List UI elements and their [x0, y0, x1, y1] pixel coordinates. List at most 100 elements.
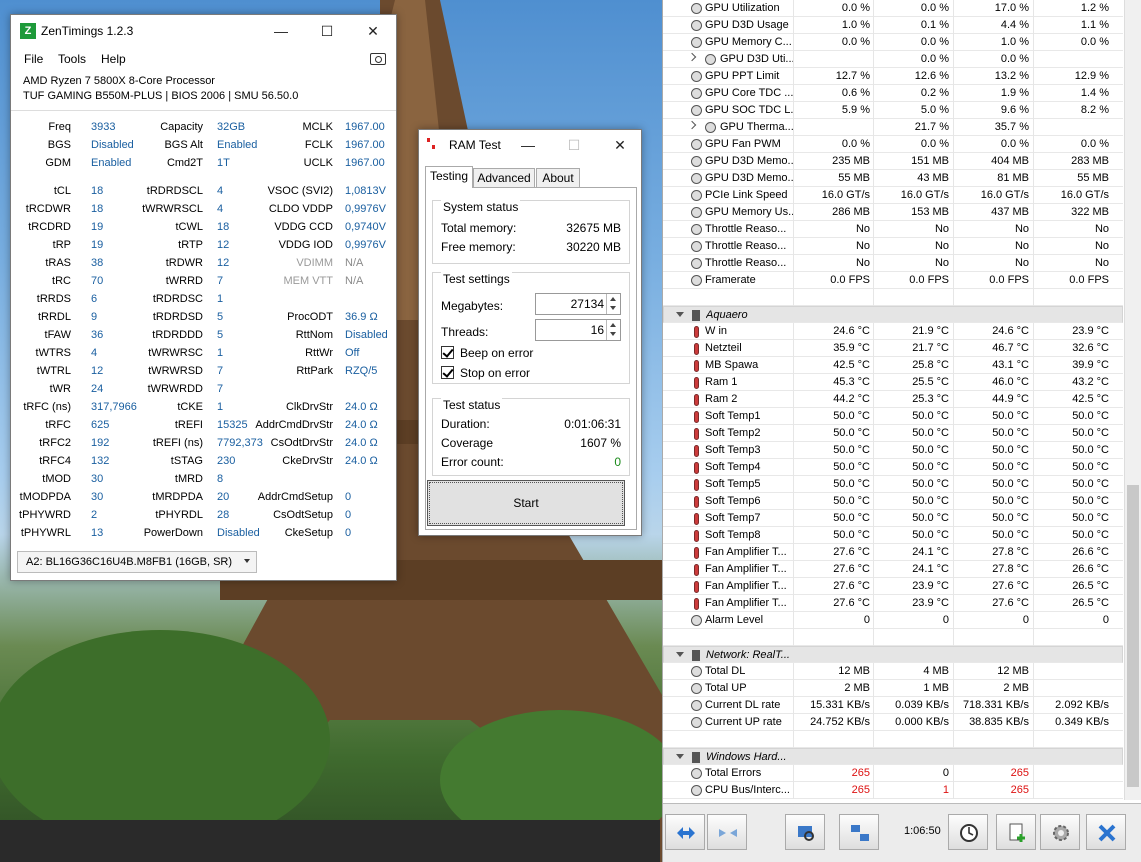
timing-label: tWRWRSCL — [142, 203, 203, 215]
sensor-row[interactable]: CPU Bus/Interc... 265 1 265 — [663, 782, 1123, 799]
sensor-row[interactable]: Soft Temp7 50.0 °C 50.0 °C 50.0 °C 50.0 °C — [663, 510, 1123, 527]
zen-maximize-button[interactable]: ☐ — [304, 15, 350, 47]
sensor-row[interactable]: GPU Therma... 21.7 % 35.7 % — [663, 119, 1123, 136]
sensor-value: 27.6 °C — [833, 546, 870, 558]
start-button[interactable]: Start — [427, 480, 625, 526]
sensor-value: 24.1 °C — [912, 546, 949, 558]
sensor-row[interactable]: Total DL 12 MB 4 MB 12 MB — [663, 663, 1123, 680]
sensor-row[interactable]: Soft Temp6 50.0 °C 50.0 °C 50.0 °C 50.0 °C — [663, 493, 1123, 510]
chevron-right-icon[interactable] — [687, 120, 697, 130]
timing-label: tRCDWR — [25, 203, 71, 215]
sensor-row[interactable]: GPU Fan PWM 0.0 % 0.0 % 0.0 % 0.0 % — [663, 136, 1123, 153]
add-log-button[interactable] — [996, 814, 1036, 850]
sensor-row[interactable]: Soft Temp3 50.0 °C 50.0 °C 50.0 °C 50.0 °C — [663, 442, 1123, 459]
sensor-group-header[interactable]: Windows Hard... — [663, 748, 1123, 765]
settings-button[interactable] — [1040, 814, 1080, 850]
scrollbar-thumb[interactable] — [1127, 485, 1139, 787]
sensor-row[interactable]: Alarm Level 0 0 0 0 — [663, 612, 1123, 629]
sensor-row[interactable] — [663, 289, 1123, 306]
reset-timer-button[interactable] — [948, 814, 988, 850]
spin-up-icon[interactable] — [610, 323, 616, 327]
sensor-row[interactable]: Total UP 2 MB 1 MB 2 MB — [663, 680, 1123, 697]
sensor-circle-icon — [691, 3, 702, 14]
sensor-row[interactable]: GPU D3D Memo... 55 MB 43 MB 81 MB 55 MB — [663, 170, 1123, 187]
chevron-down-icon[interactable] — [676, 652, 684, 657]
timing-label: tRP — [52, 239, 71, 251]
sensor-row[interactable]: GPU D3D Memo... 235 MB 151 MB 404 MB 283 MB — [663, 153, 1123, 170]
tab-about[interactable]: About — [536, 168, 580, 188]
sensor-row[interactable]: GPU D3D Usage 1.0 % 0.1 % 4.4 % 1.1 % — [663, 17, 1123, 34]
free-memory-label: Free memory: — [441, 240, 516, 254]
spin-down-icon[interactable] — [610, 332, 616, 336]
sensor-row[interactable]: PCIe Link Speed 16.0 GT/s 16.0 GT/s 16.0 GT… — [663, 187, 1123, 204]
sensor-row[interactable]: Throttle Reaso... No No No No — [663, 221, 1123, 238]
timing-label: tRFC4 — [39, 455, 71, 467]
close-sensors-button[interactable] — [1086, 814, 1126, 850]
menu-file[interactable]: File — [24, 52, 43, 66]
sensor-value: 50.0 °C — [992, 444, 1029, 456]
ram-minimize-button[interactable]: — — [505, 130, 551, 160]
megabytes-stepper[interactable]: 27134 — [535, 293, 621, 315]
sensor-row[interactable]: Soft Temp4 50.0 °C 50.0 °C 50.0 °C 50.0 °C — [663, 459, 1123, 476]
collapse-arrows-button[interactable] — [707, 814, 747, 850]
sensor-row[interactable]: Soft Temp8 50.0 °C 50.0 °C 50.0 °C 50.0 °C — [663, 527, 1123, 544]
sensor-row[interactable]: GPU SOC TDC L... 5.9 % 5.0 % 9.6 % 8.2 % — [663, 102, 1123, 119]
tab-testing[interactable]: Testing — [425, 166, 473, 188]
sensor-value: 50.0 °C — [992, 495, 1029, 507]
chevron-down-icon[interactable] — [676, 754, 684, 759]
zen-close-button[interactable]: ✕ — [350, 15, 396, 47]
vertical-scrollbar[interactable] — [1124, 0, 1141, 800]
sensor-group-header[interactable]: Network: RealT... — [663, 646, 1123, 663]
sensor-row[interactable] — [663, 629, 1123, 646]
tab-advanced[interactable]: Advanced — [473, 168, 535, 188]
sensor-row[interactable]: Current UP rate 24.752 KB/s 0.000 KB/s 38.8… — [663, 714, 1123, 731]
sensor-row[interactable]: Fan Amplifier T... 27.6 °C 23.9 °C 27.6 °C 2… — [663, 578, 1123, 595]
sensor-row[interactable]: Ram 2 44.2 °C 25.3 °C 44.9 °C 42.5 °C — [663, 391, 1123, 408]
sensor-row[interactable]: Throttle Reaso... No No No No — [663, 255, 1123, 272]
timing-label: VDDG CCD — [274, 221, 333, 233]
sensor-row[interactable]: Total Errors 265 0 265 — [663, 765, 1123, 782]
sensor-row[interactable]: GPU D3D Uti... 0.0 % 0.0 % — [663, 51, 1123, 68]
dimm-select[interactable]: A2: BL16G36C16U4B.M8FB1 (16GB, SR) — [17, 551, 257, 573]
network-button[interactable] — [839, 814, 879, 850]
report-button[interactable] — [785, 814, 825, 850]
sensor-row[interactable]: GPU PPT Limit 12.7 % 12.6 % 13.2 % 12.9 % — [663, 68, 1123, 85]
sensor-row[interactable]: GPU Core TDC ... 0.6 % 0.2 % 1.9 % 1.4 % — [663, 85, 1123, 102]
sensor-row[interactable]: Fan Amplifier T... 27.6 °C 23.9 °C 27.6 °C 2… — [663, 595, 1123, 612]
sensor-row[interactable]: GPU Memory Us... 286 MB 153 MB 437 MB 322 MB — [663, 204, 1123, 221]
sensor-name: Soft Temp5 — [705, 478, 761, 490]
zen-minimize-button[interactable]: — — [258, 15, 304, 47]
threads-stepper[interactable]: 16 — [535, 319, 621, 341]
sensor-row[interactable]: Throttle Reaso... No No No No — [663, 238, 1123, 255]
sensor-circle-icon — [691, 717, 702, 728]
menu-help[interactable]: Help — [101, 52, 126, 66]
sensor-row[interactable]: Framerate 0.0 FPS 0.0 FPS 0.0 FPS 0.0 FPS — [663, 272, 1123, 289]
timing-value: 28 — [217, 509, 230, 521]
menu-tools[interactable]: Tools — [58, 52, 86, 66]
screenshot-camera-icon[interactable] — [370, 53, 386, 65]
sensor-row[interactable]: Fan Amplifier T... 27.6 °C 24.1 °C 27.8 °C 2… — [663, 561, 1123, 578]
sensor-group-header[interactable]: Aquaero — [663, 306, 1123, 323]
sensor-value: 35.7 % — [994, 121, 1029, 133]
sensor-row[interactable]: Netzteil 35.9 °C 21.7 °C 46.7 °C 32.6 °C — [663, 340, 1123, 357]
sensor-row[interactable]: Soft Temp1 50.0 °C 50.0 °C 50.0 °C 50.0 °C — [663, 408, 1123, 425]
sensor-row[interactable]: Ram 1 45.3 °C 25.5 °C 46.0 °C 43.2 °C — [663, 374, 1123, 391]
chevron-down-icon[interactable] — [676, 312, 684, 317]
sensor-row[interactable]: GPU Memory C... 0.0 % 0.0 % 1.0 % 0.0 % — [663, 34, 1123, 51]
chevron-right-icon[interactable] — [687, 52, 697, 62]
sensor-row[interactable]: Soft Temp5 50.0 °C 50.0 °C 50.0 °C 50.0 °C — [663, 476, 1123, 493]
sensor-row[interactable]: MB Spawa 42.5 °C 25.8 °C 43.1 °C 39.9 °C — [663, 357, 1123, 374]
sensor-row[interactable]: GPU Utilization 0.0 % 0.0 % 17.0 % 1.2 % — [663, 0, 1123, 17]
nav-arrows-button[interactable] — [665, 814, 705, 850]
ram-close-button[interactable]: ✕ — [597, 130, 643, 160]
sensor-row[interactable]: Soft Temp2 50.0 °C 50.0 °C 50.0 °C 50.0 °C — [663, 425, 1123, 442]
timing-label: GDM — [45, 157, 71, 169]
zen-titlebar[interactable]: Z ZenTimings 1.2.3 — ☐ ✕ — [11, 15, 396, 47]
spin-up-icon[interactable] — [610, 297, 616, 301]
sensor-row[interactable]: W in 24.6 °C 21.9 °C 24.6 °C 23.9 °C — [663, 323, 1123, 340]
sensor-row[interactable]: Fan Amplifier T... 27.6 °C 24.1 °C 27.8 °C 2… — [663, 544, 1123, 561]
spin-down-icon[interactable] — [610, 306, 616, 310]
timing-row: tWR 24 tWRWRDD 7 — [11, 381, 396, 399]
sensor-row[interactable]: Current DL rate 15.331 KB/s 0.039 KB/s 718.… — [663, 697, 1123, 714]
sensor-row[interactable] — [663, 731, 1123, 748]
